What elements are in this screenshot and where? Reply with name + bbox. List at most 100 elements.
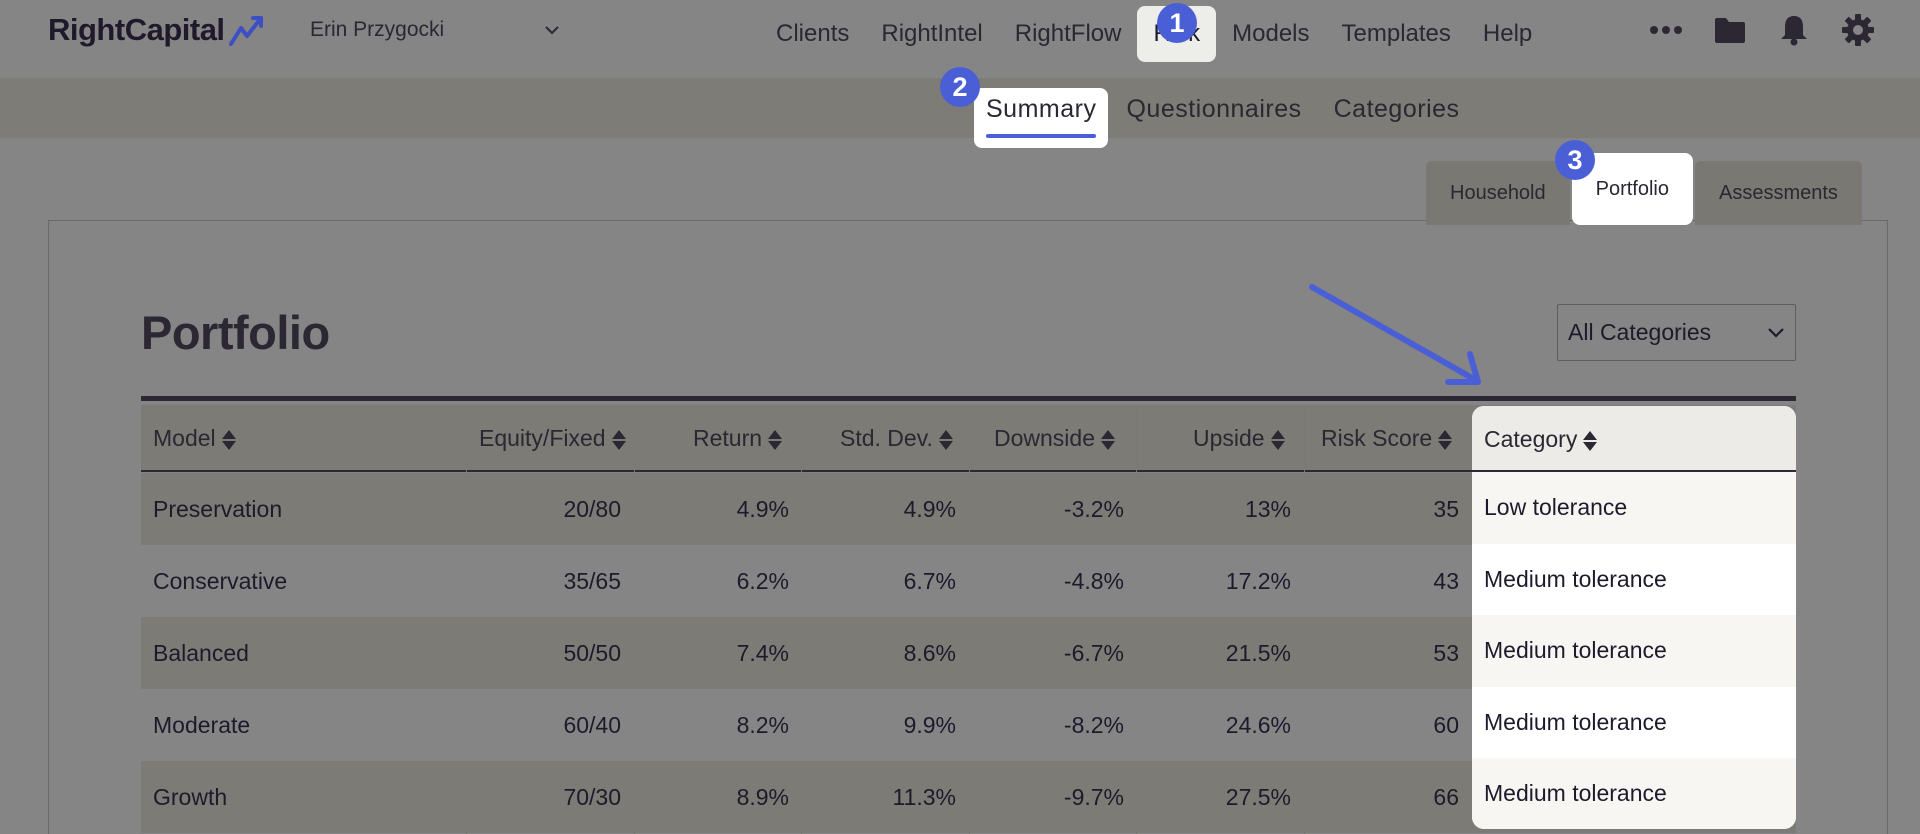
cell-return: 6.2%	[736, 568, 789, 594]
rightcapital-logo[interactable]: RightCapital	[48, 10, 267, 50]
annotation-arrow-icon	[1309, 284, 1481, 385]
main-nav: Clients RightIntel RightFlow Risk Models…	[760, 6, 1548, 62]
cell-upside: 21.5%	[1225, 640, 1291, 666]
sort-icon	[938, 429, 953, 451]
cell-upside: 24.6%	[1225, 712, 1291, 738]
cell-risk-score: 53	[1433, 640, 1459, 666]
folder-icon[interactable]	[1712, 12, 1748, 48]
category-column-highlight: Category Low tolerance Medium tolerance …	[1472, 406, 1796, 829]
cell-return: 8.2%	[736, 712, 789, 738]
logo-text: RightCapital	[48, 12, 225, 47]
step-badge-1: 1	[1157, 3, 1197, 43]
client-selector[interactable]: Erin Przygocki	[310, 14, 560, 46]
nav-item-help[interactable]: Help	[1467, 6, 1548, 62]
cell-model: Conservative	[153, 568, 288, 594]
subtab-summary-label: Summary	[986, 95, 1097, 123]
nav-item-rightflow[interactable]: RightFlow	[999, 6, 1138, 62]
client-name: Erin Przygocki	[310, 18, 445, 41]
category-filter-dropdown[interactable]: All Categories	[1557, 304, 1796, 361]
sort-icon	[1270, 429, 1285, 451]
cell-category: Low tolerance	[1472, 472, 1796, 544]
cell-return: 4.9%	[736, 496, 789, 522]
cell-model: Preservation	[153, 496, 283, 522]
nav-item-rightintel[interactable]: RightIntel	[865, 6, 998, 62]
cell-std-dev: 8.6%	[903, 640, 956, 666]
subtab-summary[interactable]: Summary	[974, 88, 1109, 148]
column-header-category[interactable]: Category	[1472, 406, 1796, 472]
more-icon[interactable]	[1648, 12, 1684, 48]
nav-item-models[interactable]: Models	[1216, 6, 1325, 62]
cell-category: Medium tolerance	[1472, 615, 1796, 687]
column-header-equity-fixed[interactable]: Equity/Fixed	[479, 405, 626, 472]
cell-equity-fixed: 50/50	[563, 640, 621, 666]
cell-equity-fixed: 60/40	[563, 712, 621, 738]
column-header-downside[interactable]: Downside	[994, 405, 1115, 472]
column-header-risk-score[interactable]: Risk Score	[1321, 405, 1453, 472]
nav-icon-group	[1648, 10, 1876, 50]
subtabs: Summary Questionnaires Categories	[974, 88, 1476, 148]
cell-return: 8.9%	[736, 784, 789, 810]
cell-std-dev: 11.3%	[892, 784, 956, 810]
cell-equity-fixed: 20/80	[563, 496, 621, 522]
sort-icon	[221, 429, 236, 451]
step-badge-3: 3	[1555, 140, 1595, 180]
cell-risk-score: 35	[1433, 496, 1459, 522]
sort-icon	[1438, 429, 1453, 451]
column-header-label: Return	[693, 425, 763, 451]
cell-std-dev: 6.7%	[903, 568, 956, 594]
cell-upside: 27.5%	[1225, 784, 1291, 810]
cell-category: Medium tolerance	[1472, 758, 1796, 829]
cell-category: Medium tolerance	[1484, 708, 1667, 735]
column-header-label: Equity/Fixed	[479, 425, 606, 451]
column-header-label: Category	[1484, 426, 1578, 452]
active-tab-underline	[986, 134, 1097, 138]
chevron-down-icon	[1768, 328, 1784, 338]
cell-equity-fixed: 35/65	[563, 568, 621, 594]
column-header-label: Risk Score	[1321, 425, 1433, 451]
table-top-rule	[141, 396, 1796, 401]
cell-std-dev: 4.9%	[903, 496, 956, 522]
cell-upside: 13%	[1244, 496, 1291, 522]
cell-risk-score: 60	[1433, 712, 1459, 738]
nav-item-clients[interactable]: Clients	[760, 6, 865, 62]
subtab-categories[interactable]: Categories	[1318, 88, 1476, 148]
cell-std-dev: 9.9%	[903, 712, 956, 738]
sort-icon	[1583, 430, 1598, 452]
column-header-label: Std. Dev.	[840, 425, 933, 451]
sort-icon	[1101, 429, 1115, 451]
cell-downside: -9.7%	[1063, 784, 1124, 810]
sort-icon	[768, 429, 783, 451]
cell-category: Medium tolerance	[1484, 565, 1667, 592]
column-header-label: Downside	[994, 425, 1095, 451]
step-badge-2: 2	[940, 67, 980, 107]
cell-model: Growth	[153, 784, 228, 810]
category-filter-value: All Categories	[1568, 319, 1712, 345]
cell-risk-score: 66	[1433, 784, 1459, 810]
column-header-std-dev[interactable]: Std. Dev.	[840, 405, 953, 472]
cell-downside: -6.7%	[1063, 640, 1124, 666]
chevron-down-icon	[545, 26, 559, 35]
cell-risk-score: 43	[1433, 568, 1459, 594]
page-title: Portfolio	[141, 306, 330, 359]
tab-household[interactable]: Household	[1426, 161, 1570, 225]
view-tabs: Household Portfolio Assessments	[1426, 153, 1864, 225]
bell-icon[interactable]	[1776, 12, 1812, 48]
column-header-upside[interactable]: Upside	[1193, 405, 1285, 472]
gear-icon[interactable]	[1840, 12, 1876, 48]
cell-model: Moderate	[153, 712, 251, 738]
cell-model: Balanced	[153, 640, 249, 666]
cell-downside: -8.2%	[1063, 712, 1124, 738]
cell-downside: -4.8%	[1063, 568, 1124, 594]
column-header-return[interactable]: Return	[693, 405, 783, 472]
logo-chart-icon	[228, 16, 263, 46]
column-header-label: Upside	[1193, 425, 1265, 451]
column-header-label: Model	[153, 425, 216, 451]
cell-upside: 17.2%	[1225, 568, 1291, 594]
cell-downside: -3.2%	[1063, 496, 1124, 522]
subtab-questionnaires[interactable]: Questionnaires	[1110, 88, 1317, 148]
nav-item-templates[interactable]: Templates	[1326, 6, 1467, 62]
sort-icon	[611, 429, 626, 451]
column-header-model[interactable]: Model	[153, 405, 236, 472]
cell-equity-fixed: 70/30	[563, 784, 621, 810]
tab-assessments[interactable]: Assessments	[1695, 161, 1862, 225]
